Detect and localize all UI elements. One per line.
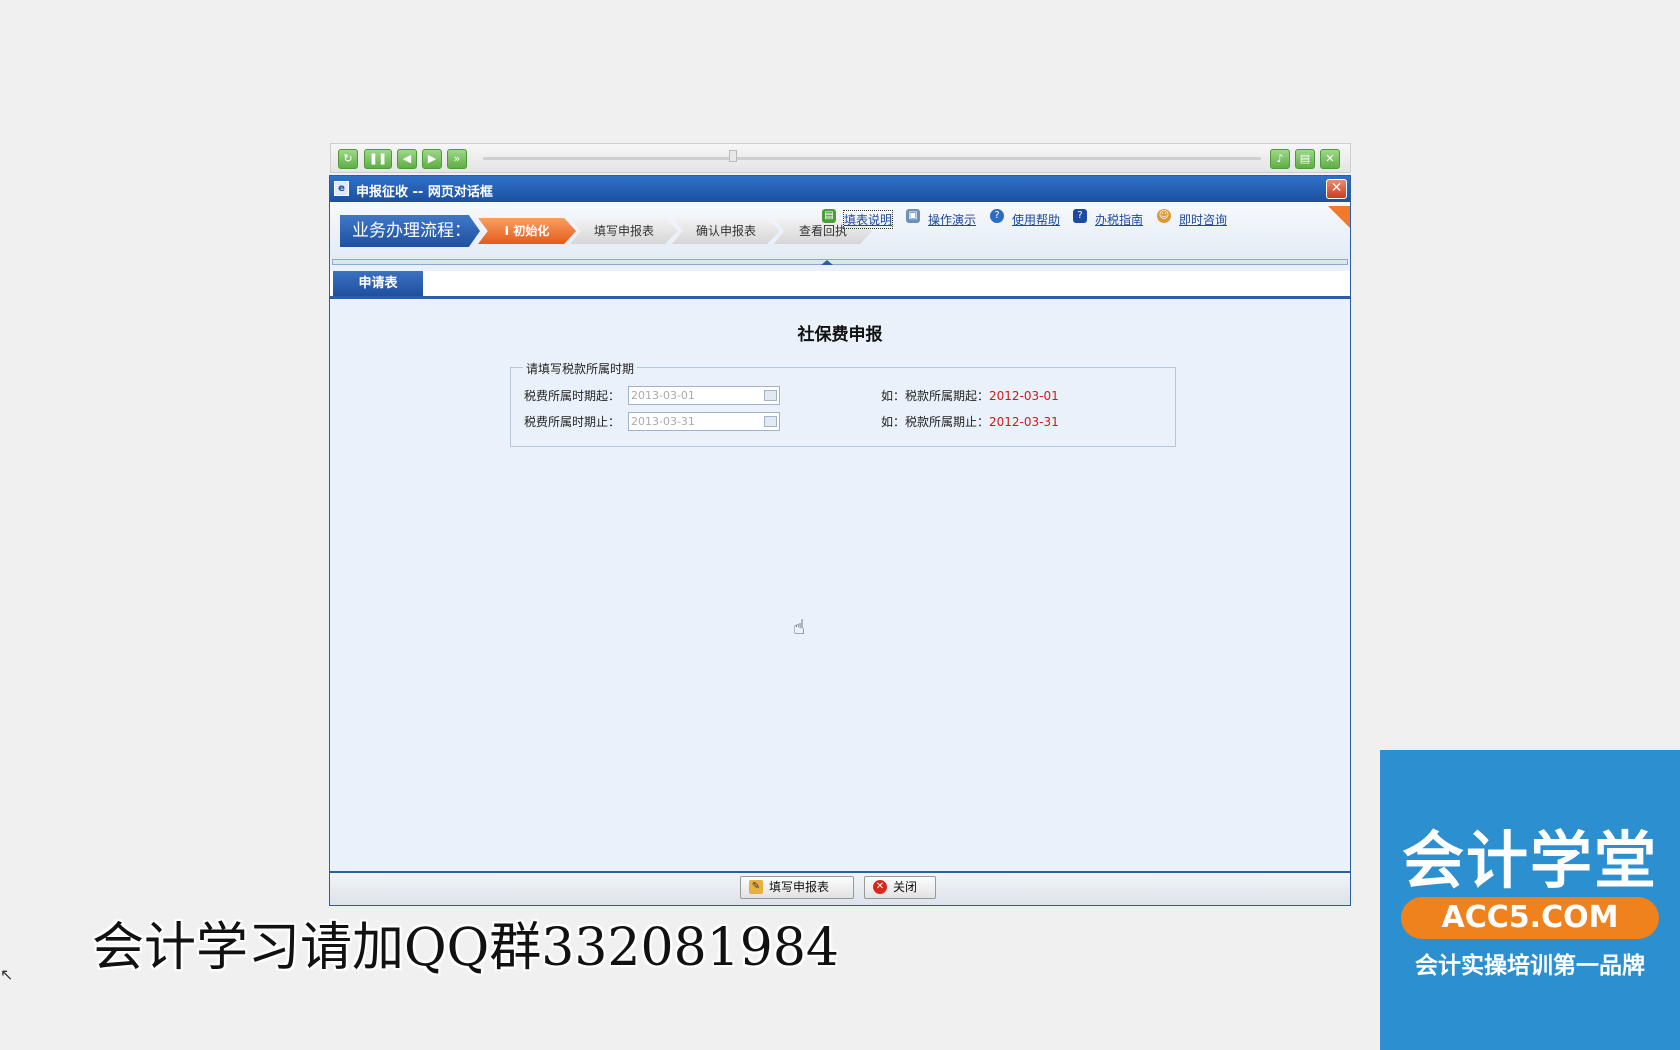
demo-icon: ▣ [906,209,920,223]
collapse-arrow-icon[interactable] [821,260,833,265]
dialog-titlebar: e 申报征收 -- 网页对话框 ✕ [330,176,1350,202]
page-title: 社保费申报 [797,325,883,345]
link-instant-consult[interactable]: 即时咨询 [1179,211,1227,228]
step-init[interactable]: Ⅰ 初始化 [478,218,576,244]
ie-page-icon: e [334,181,349,196]
button-bar: ✎ 填写申报表 ✕ 关闭 [330,871,1350,905]
dialog-title: 申报征收 -- 网页对话框 [356,185,493,200]
calendar-icon[interactable] [764,390,777,401]
guide-book-icon: ? [1073,209,1087,223]
pause-icon[interactable]: ❚❚ [364,149,392,169]
brand-slogan: 会计实操培训第一品牌 [1415,953,1645,979]
hint-prefix: 如：税款所属期止： [881,415,990,429]
brand-url: ACC5.COM [1401,897,1659,939]
link-form-guide[interactable]: 填表说明 [842,210,894,229]
step-confirm-form[interactable]: 确认申报表 [672,218,780,244]
link-demo[interactable]: 操作演示 [928,211,976,228]
dialog-close-button[interactable]: ✕ [1326,179,1347,199]
fill-form-label: 填写申报表 [769,880,830,894]
period-end-input[interactable]: 2013-03-31 [628,412,780,431]
hint-example-date: 2012-03-01 [989,389,1059,403]
corner-flag-icon [1328,206,1350,228]
form-content: 社保费申报 请填写税款所属时期 税费所属时期起： 2013-03-01 如：税款… [330,299,1350,873]
hand-cursor-icon: ☝ [793,615,806,639]
workflow-label: 业务办理流程： [340,215,480,247]
period-start-input[interactable]: 2013-03-01 [628,386,780,405]
form-guide-icon: ▤ [822,209,836,223]
media-player-bar: ↻ ❚❚ ◀ ▶ » ♪ ▤ ✕ [330,143,1351,173]
fast-forward-icon[interactable]: » [447,149,467,169]
header-divider[interactable] [332,259,1348,265]
close-icon[interactable]: ✕ [1320,149,1340,169]
step-fill-form[interactable]: 填写申报表 [570,218,678,244]
help-icon: ? [990,209,1004,223]
close-icon: ✕ [873,880,887,894]
brand-name: 会计学堂 [1401,824,1658,897]
seek-knob[interactable] [729,150,737,162]
period-start-label: 税费所属时期起： [524,389,621,403]
hint-example-date: 2012-03-31 [989,415,1059,429]
period-end-value: 2013-03-31 [631,415,695,428]
fieldset-legend: 请填写税款所属时期 [523,360,638,377]
period-fieldset: 请填写税款所属时期 税费所属时期起： 2013-03-01 如：税款所属期起：2… [510,360,1176,447]
close-button[interactable]: ✕ 关闭 [864,876,936,899]
tab-application[interactable]: 申请表 [333,271,423,296]
save-icon[interactable]: ▤ [1295,149,1315,169]
arrow-cursor-icon: ↖ [0,965,14,984]
prev-icon[interactable]: ◀ [397,149,417,169]
brand-logo: 会计学堂 ACC5.COM 会计实操培训第一品牌 [1380,750,1680,1050]
link-help[interactable]: 使用帮助 [1012,211,1060,228]
chat-icon: ☺ [1157,209,1171,223]
pencil-icon: ✎ [749,880,763,894]
period-start-value: 2013-03-01 [631,389,695,402]
volume-icon[interactable]: ♪ [1270,149,1290,169]
hint-prefix: 如：税款所属期起： [881,389,990,403]
fill-form-button[interactable]: ✎ 填写申报表 [740,876,854,899]
period-end-label: 税费所属时期止： [524,415,621,429]
workflow-header: 业务办理流程： Ⅰ 初始化 填写申报表 确认申报表 查看回执 ▤ 填表说明 ▣ … [330,202,1350,259]
reload-icon[interactable]: ↻ [338,149,358,169]
seek-track[interactable] [483,157,1261,160]
close-label: 关闭 [893,880,918,894]
declaration-dialog: e 申报征收 -- 网页对话框 ✕ 业务办理流程： Ⅰ 初始化 填写申报表 确认… [329,175,1351,906]
tab-bar: 申请表 [330,271,1350,299]
period-end-hint: 如：税款所属期止：2012-03-31 [881,413,1059,430]
next-icon[interactable]: ▶ [422,149,442,169]
qq-group-caption: 会计学习请加QQ群332081984 [92,918,840,978]
calendar-icon[interactable] [764,416,777,427]
link-tax-guide[interactable]: 办税指南 [1095,211,1143,228]
period-start-hint: 如：税款所属期起：2012-03-01 [881,387,1059,404]
